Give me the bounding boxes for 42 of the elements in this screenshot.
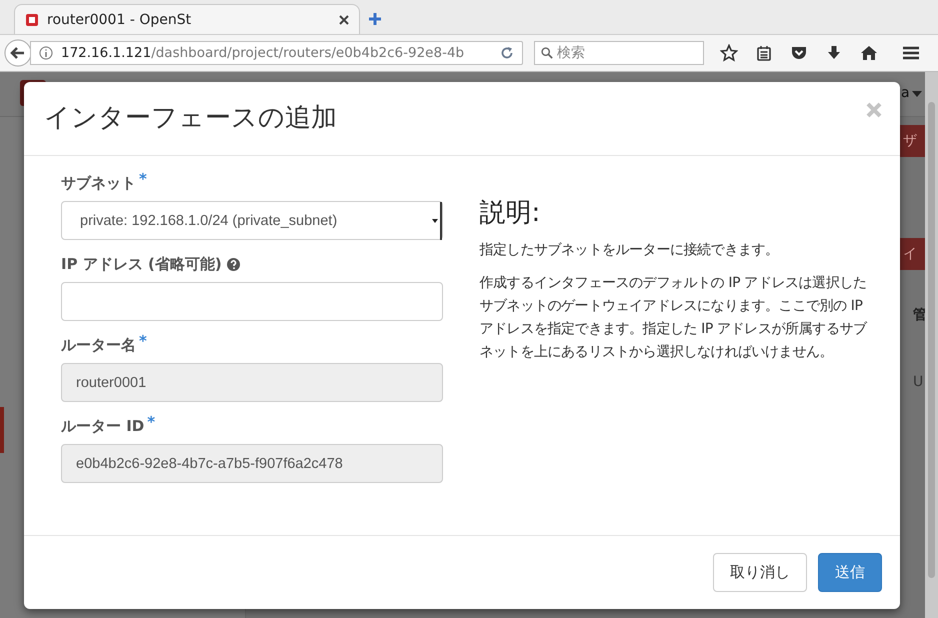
- field-label: ルーター名: [61, 335, 136, 356]
- user-menu[interactable]: a: [901, 85, 910, 101]
- reload-icon[interactable]: [500, 46, 514, 60]
- subnet-dropdown[interactable]: private: 192.168.1.0/24 (private_subnet): [61, 201, 443, 240]
- search-input[interactable]: 検索: [557, 45, 697, 61]
- page-button[interactable]: ザ: [900, 125, 925, 157]
- required-mark: *: [139, 334, 147, 348]
- menu-icon[interactable]: [902, 45, 920, 61]
- search-icon: [541, 46, 553, 60]
- new-tab-icon[interactable]: [368, 12, 382, 26]
- tab-title: router0001 - OpenSt: [47, 12, 192, 28]
- input-field[interactable]: [61, 282, 443, 321]
- description-heading: 説明:: [480, 197, 542, 230]
- info-icon[interactable]: [39, 46, 53, 60]
- table-cell: U: [913, 374, 924, 390]
- caret-icon[interactable]: [912, 91, 922, 97]
- site-icon: [25, 12, 39, 26]
- back-icon[interactable]: [4, 39, 32, 67]
- browser-tab[interactable]: router0001 - OpenSt: [14, 4, 360, 34]
- star-icon[interactable]: [720, 44, 738, 62]
- search-field[interactable]: 検索: [534, 41, 704, 65]
- close-icon[interactable]: [339, 14, 349, 24]
- url-text: 172.16.1.121/dashboard/project/routers/e0b4b2c6-92e8-4b: [61, 45, 466, 61]
- pocket-icon[interactable]: [790, 45, 808, 61]
- scrollbar-thumb[interactable]: [928, 102, 935, 578]
- required-mark: *: [147, 415, 156, 429]
- field-label: IP アドレス (省略可能): [61, 254, 222, 275]
- download-icon[interactable]: [826, 45, 842, 61]
- description-text: 作成するインタフェースのデフォルトの IP アドレスは選択したサブネットのゲートウェイアドレスになります。ここで別の IP アドレスを指定できます。指定した IP アドレスが所属するサブネットを上にあるリストから選択しなければいけません。: [480, 274, 868, 362]
- help-icon[interactable]: [226, 258, 240, 271]
- page-button[interactable]: イ: [900, 238, 925, 270]
- dropdown-arrow-icon[interactable]: [430, 202, 442, 240]
- submit-button[interactable]: 送信: [818, 553, 882, 592]
- required-mark: *: [139, 172, 147, 186]
- field-label: ルーター ID: [61, 416, 144, 437]
- cancel-button[interactable]: 取り消し: [713, 553, 807, 592]
- address-field[interactable]: 172.16.1.121/dashboard/project/routers/e0b4b2c6-92e8-4b: [30, 41, 523, 65]
- dialog-title: インターフェースの追加: [44, 102, 337, 135]
- field-label: サブネット: [61, 173, 136, 194]
- home-icon[interactable]: [860, 45, 878, 61]
- reading-list-icon[interactable]: [756, 45, 772, 61]
- description-text: 指定したサブネットをルーターに接続できます。: [480, 241, 780, 260]
